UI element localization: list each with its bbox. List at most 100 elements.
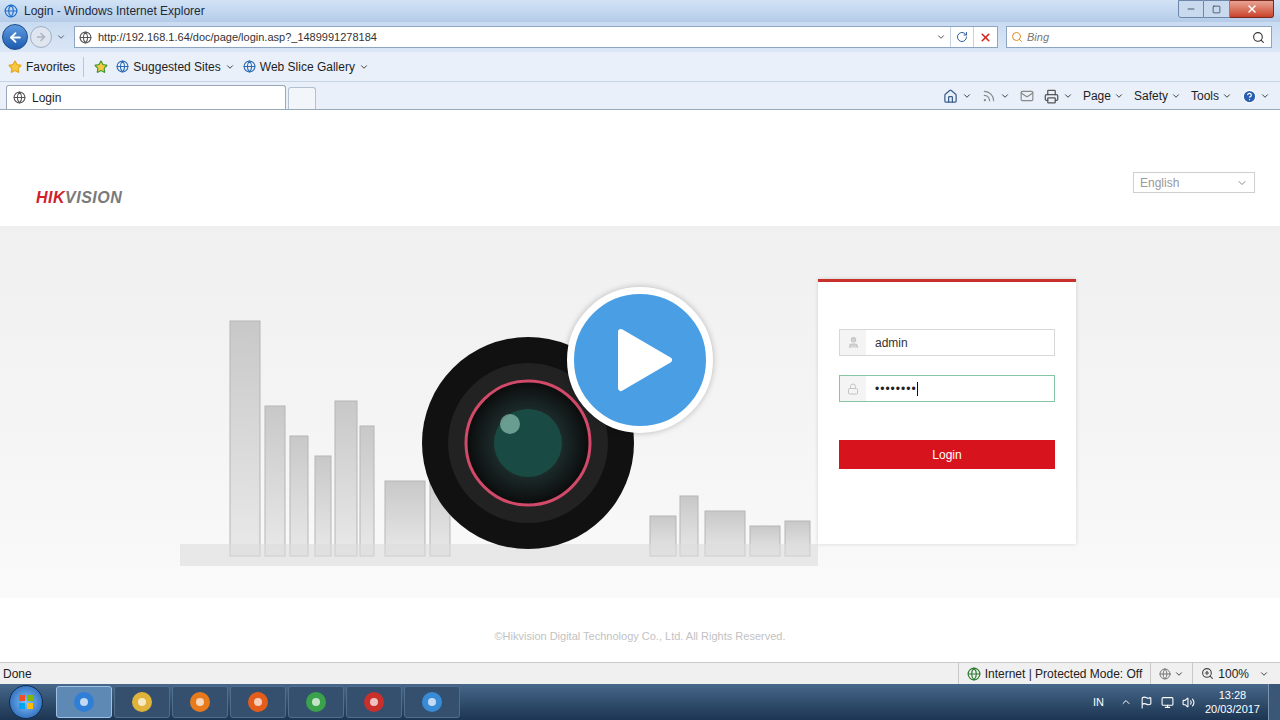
- home-icon[interactable]: [943, 89, 958, 104]
- show-desktop-button[interactable]: [1268, 684, 1280, 720]
- search-icon[interactable]: [1252, 31, 1265, 44]
- dropdown-icon[interactable]: [1174, 669, 1184, 679]
- command-label: Page: [1083, 87, 1111, 105]
- address-row: http://192.168.1.64/doc/page/login.asp?_…: [0, 22, 1280, 52]
- input-language[interactable]: IN: [1093, 694, 1104, 711]
- app-icon: [304, 690, 328, 714]
- history-dropdown-icon[interactable]: [56, 32, 66, 42]
- taskbar-app-button[interactable]: [288, 686, 344, 718]
- language-value: English: [1140, 174, 1179, 192]
- command-label: Safety: [1134, 87, 1168, 105]
- command-button[interactable]: Tools: [1191, 87, 1232, 105]
- taskbar-app-button[interactable]: [230, 686, 286, 718]
- app-icon: [362, 690, 386, 714]
- maximize-icon: [1212, 5, 1221, 14]
- dropdown-icon: [1171, 91, 1181, 101]
- favorites-label: Favorites: [26, 58, 75, 76]
- login-card: admin •••••••• Login: [818, 279, 1076, 544]
- hikvision-logo: HIKVISION: [36, 186, 122, 210]
- forward-button[interactable]: [30, 26, 52, 48]
- dropdown-icon[interactable]: [1259, 669, 1269, 679]
- add-favorite-icon[interactable]: [94, 60, 108, 74]
- clock[interactable]: 13:2820/03/2017: [1205, 688, 1260, 716]
- tab-row: Login Page Safety Tools: [0, 82, 1280, 110]
- lock-icon: [847, 383, 859, 395]
- security-icon[interactable]: [1159, 668, 1171, 680]
- address-field[interactable]: http://192.168.1.64/doc/page/login.asp?_…: [74, 26, 998, 48]
- password-field[interactable]: ••••••••: [839, 375, 1055, 402]
- new-tab-button[interactable]: [288, 87, 316, 109]
- dropdown-icon: [1114, 91, 1124, 101]
- favorites-item-label: Web Slice Gallery: [260, 58, 355, 76]
- tab-icon: [13, 91, 26, 104]
- zoom-icon[interactable]: [1201, 667, 1214, 680]
- command-button[interactable]: Safety: [1134, 87, 1181, 105]
- page-icon: [79, 31, 92, 44]
- city-camera-graphic: [180, 226, 818, 598]
- ie-icon: [4, 4, 18, 18]
- dropdown-icon[interactable]: [1260, 91, 1270, 101]
- app-icon: [420, 690, 444, 714]
- password-value: ••••••••: [866, 380, 917, 398]
- clock-time: 13:28: [1219, 688, 1247, 702]
- app-icon: [72, 690, 96, 714]
- action-center-icon[interactable]: [1140, 696, 1153, 709]
- ie-window: Login - Windows Internet Explorer http://…: [0, 0, 1280, 720]
- minimize-button[interactable]: [1178, 0, 1204, 18]
- close-button[interactable]: [1230, 0, 1274, 18]
- dropdown-icon[interactable]: [1000, 91, 1010, 101]
- copyright-text: ©Hikvision Digital Technology Co., Ltd. …: [495, 628, 786, 662]
- favorites-button[interactable]: Favorites: [8, 57, 84, 77]
- dropdown-icon: [1236, 177, 1248, 189]
- close-icon: [1246, 3, 1258, 15]
- favorites-bar: Favorites Suggested Sites Web Slice Galler…: [0, 52, 1280, 82]
- network-icon[interactable]: [1161, 696, 1174, 709]
- login-button[interactable]: Login: [839, 440, 1055, 469]
- refresh-icon[interactable]: [956, 31, 968, 43]
- forward-arrow-icon: [35, 31, 47, 43]
- site-icon: [243, 60, 256, 73]
- print-icon[interactable]: [1044, 89, 1059, 104]
- search-placeholder: Bing: [1027, 29, 1049, 46]
- maximize-button[interactable]: [1204, 0, 1230, 18]
- taskbar-app-button[interactable]: [404, 686, 460, 718]
- internet-zone-icon: [967, 667, 981, 681]
- favorites-item[interactable]: Suggested Sites: [116, 58, 234, 76]
- star-icon: [8, 60, 22, 74]
- title-bar: Login - Windows Internet Explorer: [0, 0, 1280, 22]
- back-arrow-icon: [8, 30, 23, 45]
- back-button[interactable]: [2, 24, 28, 50]
- taskbar: IN 13:2820/03/2017: [0, 684, 1280, 720]
- username-value: admin: [866, 334, 908, 352]
- feeds-icon[interactable]: [982, 89, 996, 103]
- bing-icon: [1011, 31, 1023, 43]
- username-field[interactable]: admin: [839, 329, 1055, 356]
- taskbar-app-button[interactable]: [114, 686, 170, 718]
- tab-label: Login: [32, 89, 61, 107]
- command-button[interactable]: Page: [1083, 87, 1124, 105]
- taskbar-app-button[interactable]: [346, 686, 402, 718]
- stop-icon[interactable]: [979, 31, 992, 44]
- mail-icon[interactable]: [1020, 89, 1034, 103]
- help-icon[interactable]: [1242, 89, 1257, 104]
- zoom-text: 100%: [1218, 665, 1249, 683]
- browser-tab[interactable]: Login: [6, 85, 286, 109]
- favorites-item-label: Suggested Sites: [133, 58, 220, 76]
- user-icon: [847, 336, 860, 349]
- show-hidden-icons-icon[interactable]: [1120, 696, 1132, 708]
- dropdown-icon: [359, 62, 369, 72]
- language-select[interactable]: English: [1133, 172, 1255, 193]
- play-icon: [617, 328, 673, 392]
- start-button[interactable]: [9, 685, 43, 719]
- volume-icon[interactable]: [1182, 696, 1195, 709]
- address-dropdown-icon[interactable]: [936, 32, 946, 42]
- site-icon: [116, 60, 129, 73]
- dropdown-icon[interactable]: [962, 91, 972, 101]
- page-footer: ©Hikvision Digital Technology Co., Ltd. …: [0, 598, 1280, 662]
- taskbar-app-button[interactable]: [56, 686, 112, 718]
- dropdown-icon[interactable]: [1063, 91, 1073, 101]
- video-play-button[interactable]: [567, 287, 713, 433]
- search-field[interactable]: Bing: [1006, 26, 1272, 48]
- taskbar-app-button[interactable]: [172, 686, 228, 718]
- favorites-item[interactable]: Web Slice Gallery: [243, 58, 369, 76]
